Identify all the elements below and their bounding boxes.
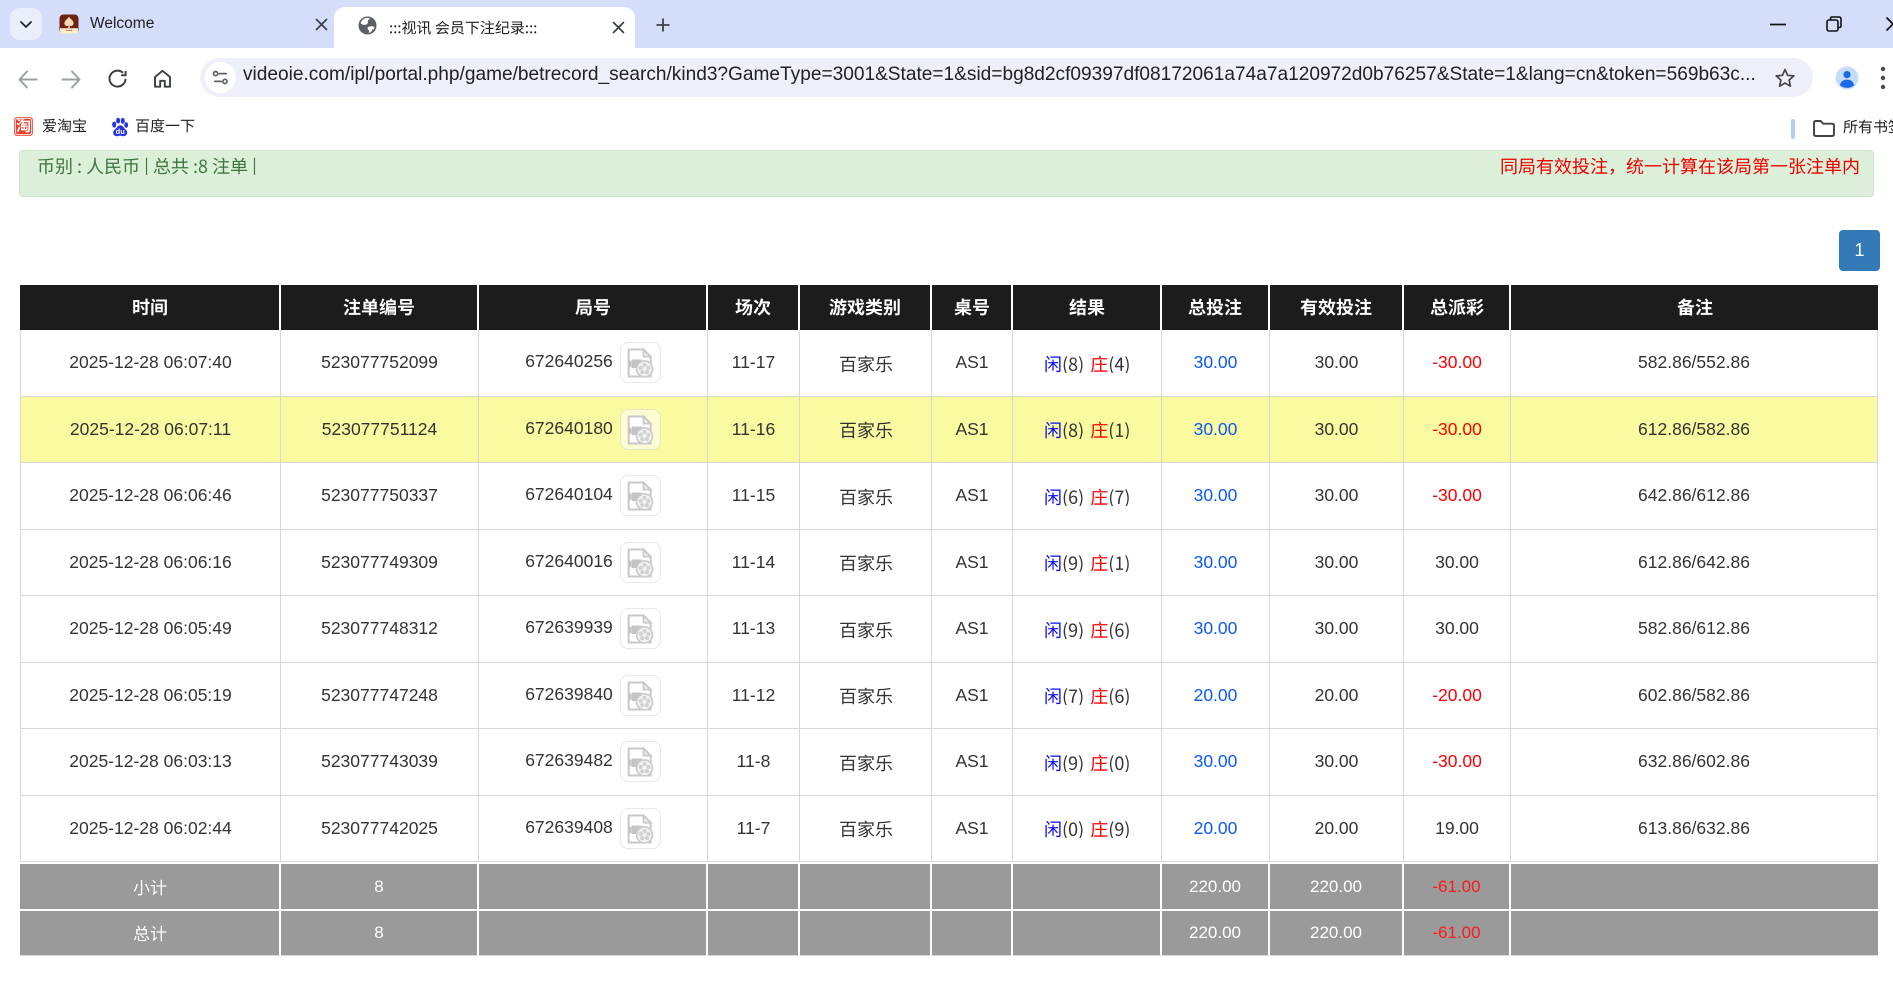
- svg-text:●●●●: ●●●●: [66, 29, 73, 32]
- svg-text:du: du: [116, 127, 126, 136]
